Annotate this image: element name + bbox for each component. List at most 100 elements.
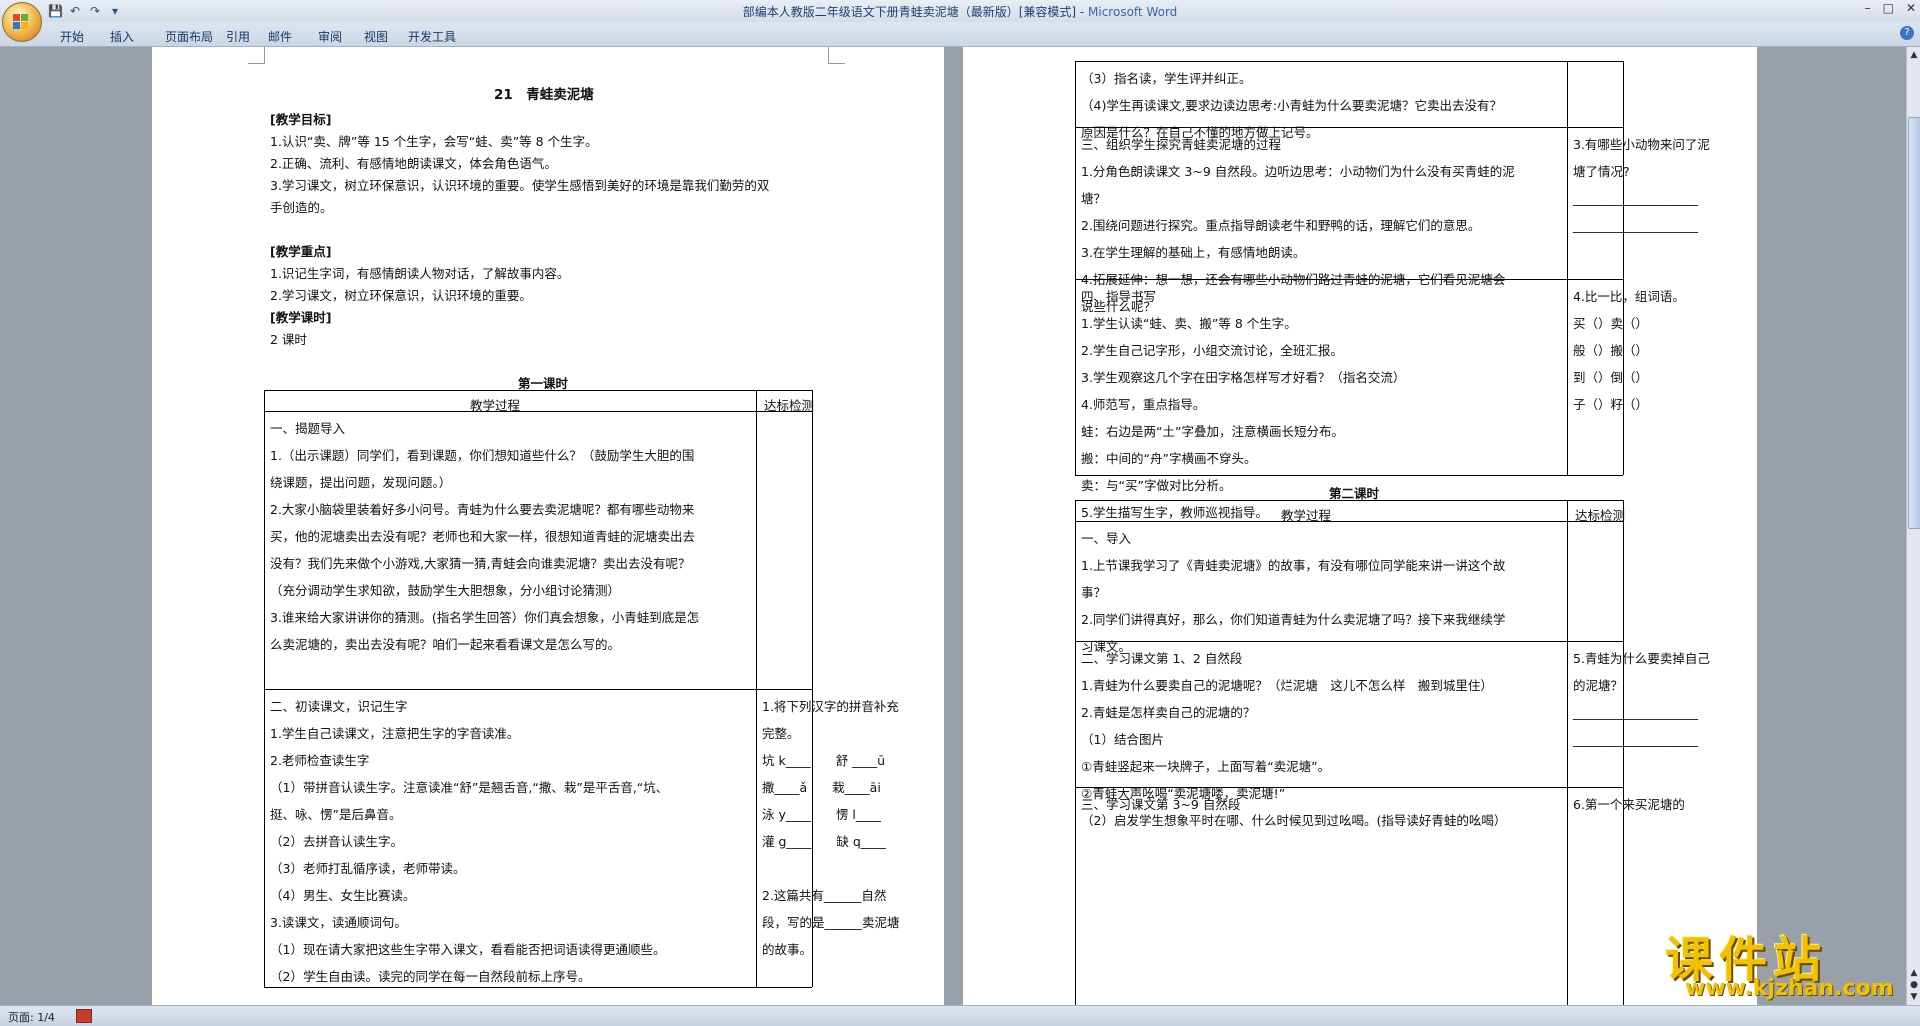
window-title: 部编本人教版二年级语文下册青蛙卖泥塘（最新版）[兼容模式] - Microsof… [0, 3, 1920, 20]
cell-line: 二、初读课文，识记生字 [270, 699, 408, 714]
ribbon-tab-4[interactable]: 邮件 [268, 28, 292, 45]
crop-mark [828, 47, 845, 64]
cell-line: （1）带拼音认读生字。注意读准“舒”是翘舌音,“撒、栽”是平舌音,“坑、 [270, 780, 669, 795]
lesson2-check-cell: 5.青蛙为什么要卖掉自己 的泥塘？ ____________________ ____… [1573, 645, 1710, 753]
watermark-url: www.kjzhan.com [1685, 976, 1894, 1001]
office-button[interactable] [2, 2, 42, 42]
cell-line: 买（）卖（） [1573, 316, 1649, 331]
cell-line: 的泥塘？ [1573, 678, 1624, 693]
cell-line: 4.师范写，重点指导。 [1081, 397, 1206, 412]
lesson1-check-cell: 1.将下列汉字的拼音补充 完整。坑 k____ 舒 ____ū 撒____ǎ 栽__… [762, 693, 900, 963]
table-border [756, 390, 757, 987]
cell-line: 3.有哪些小动物来问了泥 [1573, 137, 1710, 152]
cell-line: 没有？我们先来做个小游戏,大家猜一猜,青蛙会向谁卖泥塘？卖出去没有呢？ [270, 556, 691, 571]
cell-line [762, 855, 900, 882]
cell-line: 1.学生自己读课文，注意把生字的字音读准。 [270, 726, 520, 741]
app-name: Microsoft Word [1088, 5, 1178, 19]
key-heading: [教学重点] [270, 244, 332, 259]
close-button[interactable]: ✕ [1906, 1, 1916, 15]
cell-line: 2.老师检查读生字 [270, 753, 370, 768]
ribbon-tab-3[interactable]: 引用 [226, 28, 250, 45]
cell-line: 搬：中间的“舟”字横画不穿头。 [1081, 451, 1257, 466]
table-border [264, 390, 265, 987]
cell-line: 2.同学们讲得真好，那么，你们知道青蛙为什么卖泥塘了吗？接下来我继续学 [1081, 612, 1506, 627]
cell-line: 的故事。 [762, 942, 813, 957]
cell-line: 挺、咏、愣”是后鼻音。 [270, 807, 402, 822]
office-logo-green [21, 14, 28, 21]
table-header-check: 达标检测 [764, 398, 815, 413]
writing-check-cell: 4.比一比，组词语。 买（）卖（） 般（）搬（） 到（）倒（） 子（）籽（） [1573, 283, 1685, 418]
table-border [1567, 61, 1568, 475]
document-heading: 21 青蛙卖泥塘 [494, 87, 594, 103]
cell-line: 绕课题，提出问题，发现问题。） [270, 475, 452, 490]
cell-line: 坑 k____ 舒 ____ū [762, 753, 886, 768]
cell-line: 2.围绕问题进行探究。重点指导朗读老牛和野鸭的话，理解它们的意思。 [1081, 218, 1481, 233]
minimize-button[interactable]: – [1865, 1, 1871, 15]
cell-line: 般（）搬（） [1573, 343, 1649, 358]
cell-line: 3.谁来给大家讲讲你的猜测。(指名学生回答）你们真会想象，小青蛙到底是怎 [270, 610, 700, 625]
cell-line: 2.青蛙是怎样卖自己的泥塘的？ [1081, 705, 1256, 720]
cell-line: 1.将下列汉字的拼音补充 [762, 699, 899, 714]
cell-line: （2）去拼音认读生字。 [270, 834, 403, 849]
scroll-up-icon[interactable]: ▲ [1908, 49, 1920, 61]
table-border [264, 390, 812, 391]
text-line: 手创造的。 [270, 200, 333, 215]
cell-line: 完整。 [762, 726, 800, 741]
text-line: 2.学习课文，树立环保意识，认识环境的重要。 [270, 288, 532, 303]
help-icon[interactable]: ? [1900, 26, 1914, 40]
page-counter[interactable]: 页面: 1/4 [8, 1009, 55, 1025]
cell-line: 三、学习课文第 3~9 自然段 [1081, 797, 1241, 812]
cell-line: 子（）籽（） [1573, 397, 1649, 412]
scrollbar-thumb[interactable] [1908, 117, 1920, 529]
cell-line: 灌 g____ 缺 q____ [762, 834, 886, 849]
table-border [1075, 500, 1623, 501]
cell-line: 买，他的泥塘卖出去没有呢？老师也和大家一样，很想知道青蛙的泥塘卖出去 [270, 529, 696, 544]
lesson2-check2-cell: 6.第一个来买泥塘的 [1573, 791, 1685, 818]
cell-line: 事？ [1081, 585, 1107, 600]
proofing-icon[interactable] [76, 1009, 92, 1023]
text-line: 3.学习课文，树立环保意识，认识环境的重要。使学生感悟到美好的环境是靠我们勤劳的… [270, 178, 770, 193]
ribbon-tab-0[interactable]: 开始 [60, 28, 84, 45]
crop-mark [248, 47, 265, 64]
text-line: 2.正确、流利、有感情地朗读课文，体会角色语气。 [270, 156, 557, 171]
cell-line: （4）男生、女生比赛读。 [270, 888, 416, 903]
goals-heading: [教学目标] [270, 112, 332, 127]
vertical-scrollbar[interactable]: ▲ ▲ ● ▼ [1906, 47, 1920, 1005]
cell-line: 3.学生观察这几个字在田字格怎样写才好看？（指名交流） [1081, 370, 1406, 385]
cell-line: 1.分角色朗读课文 3~9 自然段。边听边思考：小动物们为什么没有买青蛙的泥 [1081, 164, 1515, 179]
cell-line: 3.在学生理解的基础上，有感情地朗读。 [1081, 245, 1306, 260]
cell-line: 二、学习课文第 1、2 自然段 [1081, 651, 1243, 666]
cell-line: ____________________ [1573, 705, 1698, 720]
cell-line: 三、组织学生探究青蛙卖泥塘的过程 [1081, 137, 1282, 152]
ribbon-tab-7[interactable]: 开发工具 [408, 28, 456, 45]
document-page-1: 21 青蛙卖泥塘 [教学目标] 1.认识“卖、牌”等 15 个生字，会写“蛙、卖… [152, 47, 944, 1005]
cell-line: 1.（出示课题）同学们，看到课题，你们想知道些什么？（鼓励学生大胆的围 [270, 448, 695, 463]
cell-line: 塘了情况? [1573, 164, 1630, 179]
cell-line: 撒____ǎ 栽____āi [762, 780, 881, 795]
cell-line: （充分调动学生求知欲，鼓励学生大胆想象，分小组讨论猜测） [270, 583, 621, 598]
ribbon-tab-6[interactable]: 视图 [364, 28, 388, 45]
table-header-check-2: 达标检测 [1575, 508, 1626, 523]
cell-line: 泳 y____ 愣 l____ [762, 807, 881, 822]
table-border [264, 411, 812, 412]
ribbon-tabs: 开始 插入 页面布局 引用 邮件 审阅 视图 开发工具? [0, 22, 1920, 47]
document-title: 部编本人教版二年级语文下册青蛙卖泥塘（最新版）[兼容模式] - [742, 5, 1089, 19]
lesson2-intro-cell: 一、导入 1.上节课我学习了《青蛙卖泥塘》的故事，有没有哪位同学能来讲一讲这个故事… [1081, 525, 1505, 660]
cell-line: ____________________ [1573, 191, 1698, 206]
lesson2-study2-cell: 三、学习课文第 3~9 自然段 [1081, 791, 1240, 818]
table-border [264, 689, 812, 690]
cell-line: （2）学生自由读。读完的同学在每一自然段前标上序号。 [270, 969, 591, 984]
cell-line: 5.青蛙为什么要卖掉自己 [1573, 651, 1710, 666]
cell-line: （3）指名读，学生评并纠正。 [1081, 71, 1252, 86]
ribbon-tab-1[interactable]: 插入 [110, 28, 134, 45]
maximize-button[interactable]: □ [1883, 1, 1894, 15]
table-header-process-2: 教学过程 [1281, 508, 1332, 523]
ribbon-tab-2[interactable]: 页面布局 [165, 28, 213, 45]
lesson1-intro-cell: 一、揭题导入 1.（出示课题）同学们，看到课题，你们想知道些什么？（鼓励学生大胆的… [270, 415, 699, 658]
cell-line: 3.读课文，读通顺词句。 [270, 915, 407, 930]
ribbon-tab-5[interactable]: 审阅 [318, 28, 342, 45]
table-border [1075, 521, 1623, 522]
office-logo-blue [13, 22, 20, 29]
office-logo-yellow [21, 22, 28, 29]
title-bar: 💾 ↶ ↷ ▾ 部编本人教版二年级语文下册青蛙卖泥塘（最新版）[兼容模式] - Mic… [0, 0, 1920, 22]
